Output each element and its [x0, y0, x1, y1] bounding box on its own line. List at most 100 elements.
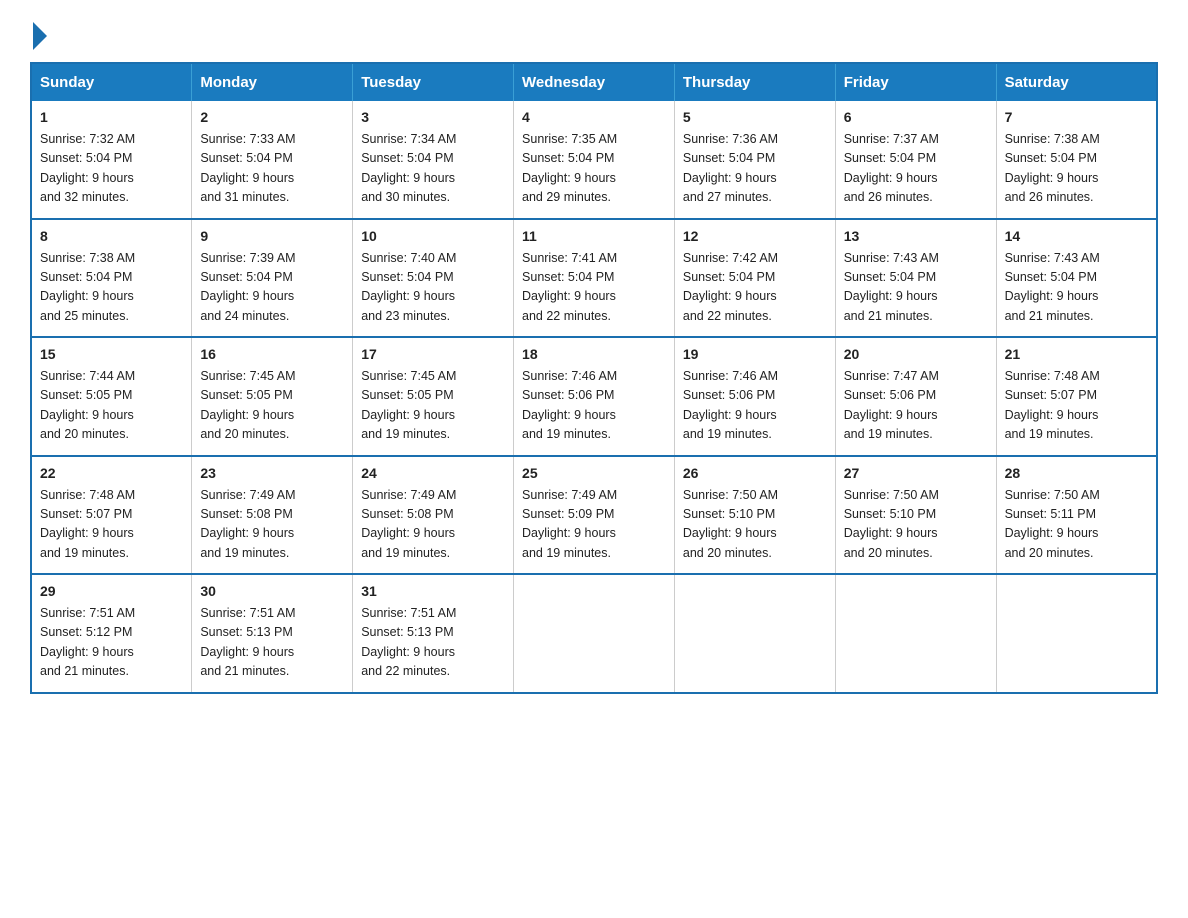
calendar-cell: 3 Sunrise: 7:34 AMSunset: 5:04 PMDaylight…: [353, 101, 514, 219]
calendar-cell: 18 Sunrise: 7:46 AMSunset: 5:06 PMDayligh…: [514, 337, 675, 456]
calendar-cell: 23 Sunrise: 7:49 AMSunset: 5:08 PMDayligh…: [192, 456, 353, 575]
calendar-cell: 13 Sunrise: 7:43 AMSunset: 5:04 PMDayligh…: [835, 219, 996, 338]
week-row-4: 22 Sunrise: 7:48 AMSunset: 5:07 PMDayligh…: [31, 456, 1157, 575]
day-info: Sunrise: 7:44 AMSunset: 5:05 PMDaylight:…: [40, 369, 135, 441]
day-info: Sunrise: 7:32 AMSunset: 5:04 PMDaylight:…: [40, 132, 135, 204]
day-number: 28: [1005, 463, 1148, 484]
calendar-cell: 20 Sunrise: 7:47 AMSunset: 5:06 PMDayligh…: [835, 337, 996, 456]
day-number: 15: [40, 344, 183, 365]
calendar-cell: 31Sunrise: 7:51 AMSunset: 5:13 PMDayligh…: [353, 574, 514, 693]
calendar-cell: 22 Sunrise: 7:48 AMSunset: 5:07 PMDayligh…: [31, 456, 192, 575]
calendar-cell: 16Sunrise: 7:45 AMSunset: 5:05 PMDayligh…: [192, 337, 353, 456]
calendar-cell: 25 Sunrise: 7:49 AMSunset: 5:09 PMDayligh…: [514, 456, 675, 575]
day-number: 9: [200, 226, 344, 247]
logo-arrow-icon: [33, 22, 47, 50]
day-number: 21: [1005, 344, 1148, 365]
day-info: Sunrise: 7:51 AMSunset: 5:13 PMDaylight:…: [200, 606, 295, 678]
day-number: 11: [522, 226, 666, 247]
day-number: 12: [683, 226, 827, 247]
calendar-cell: [835, 574, 996, 693]
day-info: Sunrise: 7:50 AMSunset: 5:11 PMDaylight:…: [1005, 488, 1100, 560]
day-info: Sunrise: 7:49 AMSunset: 5:08 PMDaylight:…: [200, 488, 295, 560]
day-info: Sunrise: 7:48 AMSunset: 5:07 PMDaylight:…: [1005, 369, 1100, 441]
calendar-cell: [996, 574, 1157, 693]
day-number: 4: [522, 107, 666, 128]
day-number: 23: [200, 463, 344, 484]
calendar-cell: [514, 574, 675, 693]
calendar-cell: 17 Sunrise: 7:45 AMSunset: 5:05 PMDayligh…: [353, 337, 514, 456]
day-number: 20: [844, 344, 988, 365]
day-info: Sunrise: 7:49 AMSunset: 5:08 PMDaylight:…: [361, 488, 456, 560]
day-number: 17: [361, 344, 505, 365]
calendar-cell: 2 Sunrise: 7:33 AMSunset: 5:04 PMDaylight…: [192, 101, 353, 219]
day-info: Sunrise: 7:45 AMSunset: 5:05 PMDaylight:…: [361, 369, 456, 441]
header-monday: Monday: [192, 63, 353, 101]
day-number: 1: [40, 107, 183, 128]
day-info: Sunrise: 7:48 AMSunset: 5:07 PMDaylight:…: [40, 488, 135, 560]
day-number: 2: [200, 107, 344, 128]
day-info: Sunrise: 7:39 AMSunset: 5:04 PMDaylight:…: [200, 251, 295, 323]
calendar-cell: 1 Sunrise: 7:32 AMSunset: 5:04 PMDaylight…: [31, 101, 192, 219]
header-saturday: Saturday: [996, 63, 1157, 101]
calendar-header-row: SundayMondayTuesdayWednesdayThursdayFrid…: [31, 63, 1157, 101]
day-number: 22: [40, 463, 183, 484]
day-info: Sunrise: 7:46 AMSunset: 5:06 PMDaylight:…: [522, 369, 617, 441]
header-wednesday: Wednesday: [514, 63, 675, 101]
day-number: 31: [361, 581, 505, 602]
day-info: Sunrise: 7:47 AMSunset: 5:06 PMDaylight:…: [844, 369, 939, 441]
day-number: 29: [40, 581, 183, 602]
calendar-cell: 5 Sunrise: 7:36 AMSunset: 5:04 PMDaylight…: [674, 101, 835, 219]
day-number: 10: [361, 226, 505, 247]
day-info: Sunrise: 7:33 AMSunset: 5:04 PMDaylight:…: [200, 132, 295, 204]
day-info: Sunrise: 7:40 AMSunset: 5:04 PMDaylight:…: [361, 251, 456, 323]
day-number: 16: [200, 344, 344, 365]
day-number: 13: [844, 226, 988, 247]
day-info: Sunrise: 7:50 AMSunset: 5:10 PMDaylight:…: [683, 488, 778, 560]
calendar-cell: 11 Sunrise: 7:41 AMSunset: 5:04 PMDayligh…: [514, 219, 675, 338]
day-info: Sunrise: 7:43 AMSunset: 5:04 PMDaylight:…: [844, 251, 939, 323]
day-info: Sunrise: 7:50 AMSunset: 5:10 PMDaylight:…: [844, 488, 939, 560]
header-thursday: Thursday: [674, 63, 835, 101]
day-info: Sunrise: 7:36 AMSunset: 5:04 PMDaylight:…: [683, 132, 778, 204]
day-number: 5: [683, 107, 827, 128]
day-number: 30: [200, 581, 344, 602]
calendar-cell: 29 Sunrise: 7:51 AMSunset: 5:12 PMDayligh…: [31, 574, 192, 693]
calendar-cell: 12 Sunrise: 7:42 AMSunset: 5:04 PMDayligh…: [674, 219, 835, 338]
page-header: [30, 20, 1158, 42]
calendar-cell: 21 Sunrise: 7:48 AMSunset: 5:07 PMDayligh…: [996, 337, 1157, 456]
day-info: Sunrise: 7:43 AMSunset: 5:04 PMDaylight:…: [1005, 251, 1100, 323]
day-number: 3: [361, 107, 505, 128]
header-tuesday: Tuesday: [353, 63, 514, 101]
day-number: 7: [1005, 107, 1148, 128]
logo: [30, 20, 47, 42]
week-row-2: 8Sunrise: 7:38 AMSunset: 5:04 PMDaylight…: [31, 219, 1157, 338]
week-row-1: 1 Sunrise: 7:32 AMSunset: 5:04 PMDaylight…: [31, 101, 1157, 219]
day-number: 18: [522, 344, 666, 365]
week-row-5: 29 Sunrise: 7:51 AMSunset: 5:12 PMDayligh…: [31, 574, 1157, 693]
calendar-cell: 8Sunrise: 7:38 AMSunset: 5:04 PMDaylight…: [31, 219, 192, 338]
day-info: Sunrise: 7:37 AMSunset: 5:04 PMDaylight:…: [844, 132, 939, 204]
day-number: 6: [844, 107, 988, 128]
calendar-cell: 27Sunrise: 7:50 AMSunset: 5:10 PMDayligh…: [835, 456, 996, 575]
day-number: 24: [361, 463, 505, 484]
header-friday: Friday: [835, 63, 996, 101]
calendar-table: SundayMondayTuesdayWednesdayThursdayFrid…: [30, 62, 1158, 694]
day-info: Sunrise: 7:41 AMSunset: 5:04 PMDaylight:…: [522, 251, 617, 323]
day-info: Sunrise: 7:34 AMSunset: 5:04 PMDaylight:…: [361, 132, 456, 204]
day-info: Sunrise: 7:38 AMSunset: 5:04 PMDaylight:…: [40, 251, 135, 323]
day-info: Sunrise: 7:38 AMSunset: 5:04 PMDaylight:…: [1005, 132, 1100, 204]
day-info: Sunrise: 7:49 AMSunset: 5:09 PMDaylight:…: [522, 488, 617, 560]
day-number: 19: [683, 344, 827, 365]
day-info: Sunrise: 7:42 AMSunset: 5:04 PMDaylight:…: [683, 251, 778, 323]
calendar-cell: 10 Sunrise: 7:40 AMSunset: 5:04 PMDayligh…: [353, 219, 514, 338]
calendar-cell: 7 Sunrise: 7:38 AMSunset: 5:04 PMDaylight…: [996, 101, 1157, 219]
calendar-cell: 14 Sunrise: 7:43 AMSunset: 5:04 PMDayligh…: [996, 219, 1157, 338]
day-info: Sunrise: 7:51 AMSunset: 5:12 PMDaylight:…: [40, 606, 135, 678]
day-number: 25: [522, 463, 666, 484]
calendar-cell: 9 Sunrise: 7:39 AMSunset: 5:04 PMDaylight…: [192, 219, 353, 338]
calendar-cell: 15 Sunrise: 7:44 AMSunset: 5:05 PMDayligh…: [31, 337, 192, 456]
day-info: Sunrise: 7:46 AMSunset: 5:06 PMDaylight:…: [683, 369, 778, 441]
day-number: 14: [1005, 226, 1148, 247]
calendar-cell: [674, 574, 835, 693]
calendar-cell: 24 Sunrise: 7:49 AMSunset: 5:08 PMDayligh…: [353, 456, 514, 575]
